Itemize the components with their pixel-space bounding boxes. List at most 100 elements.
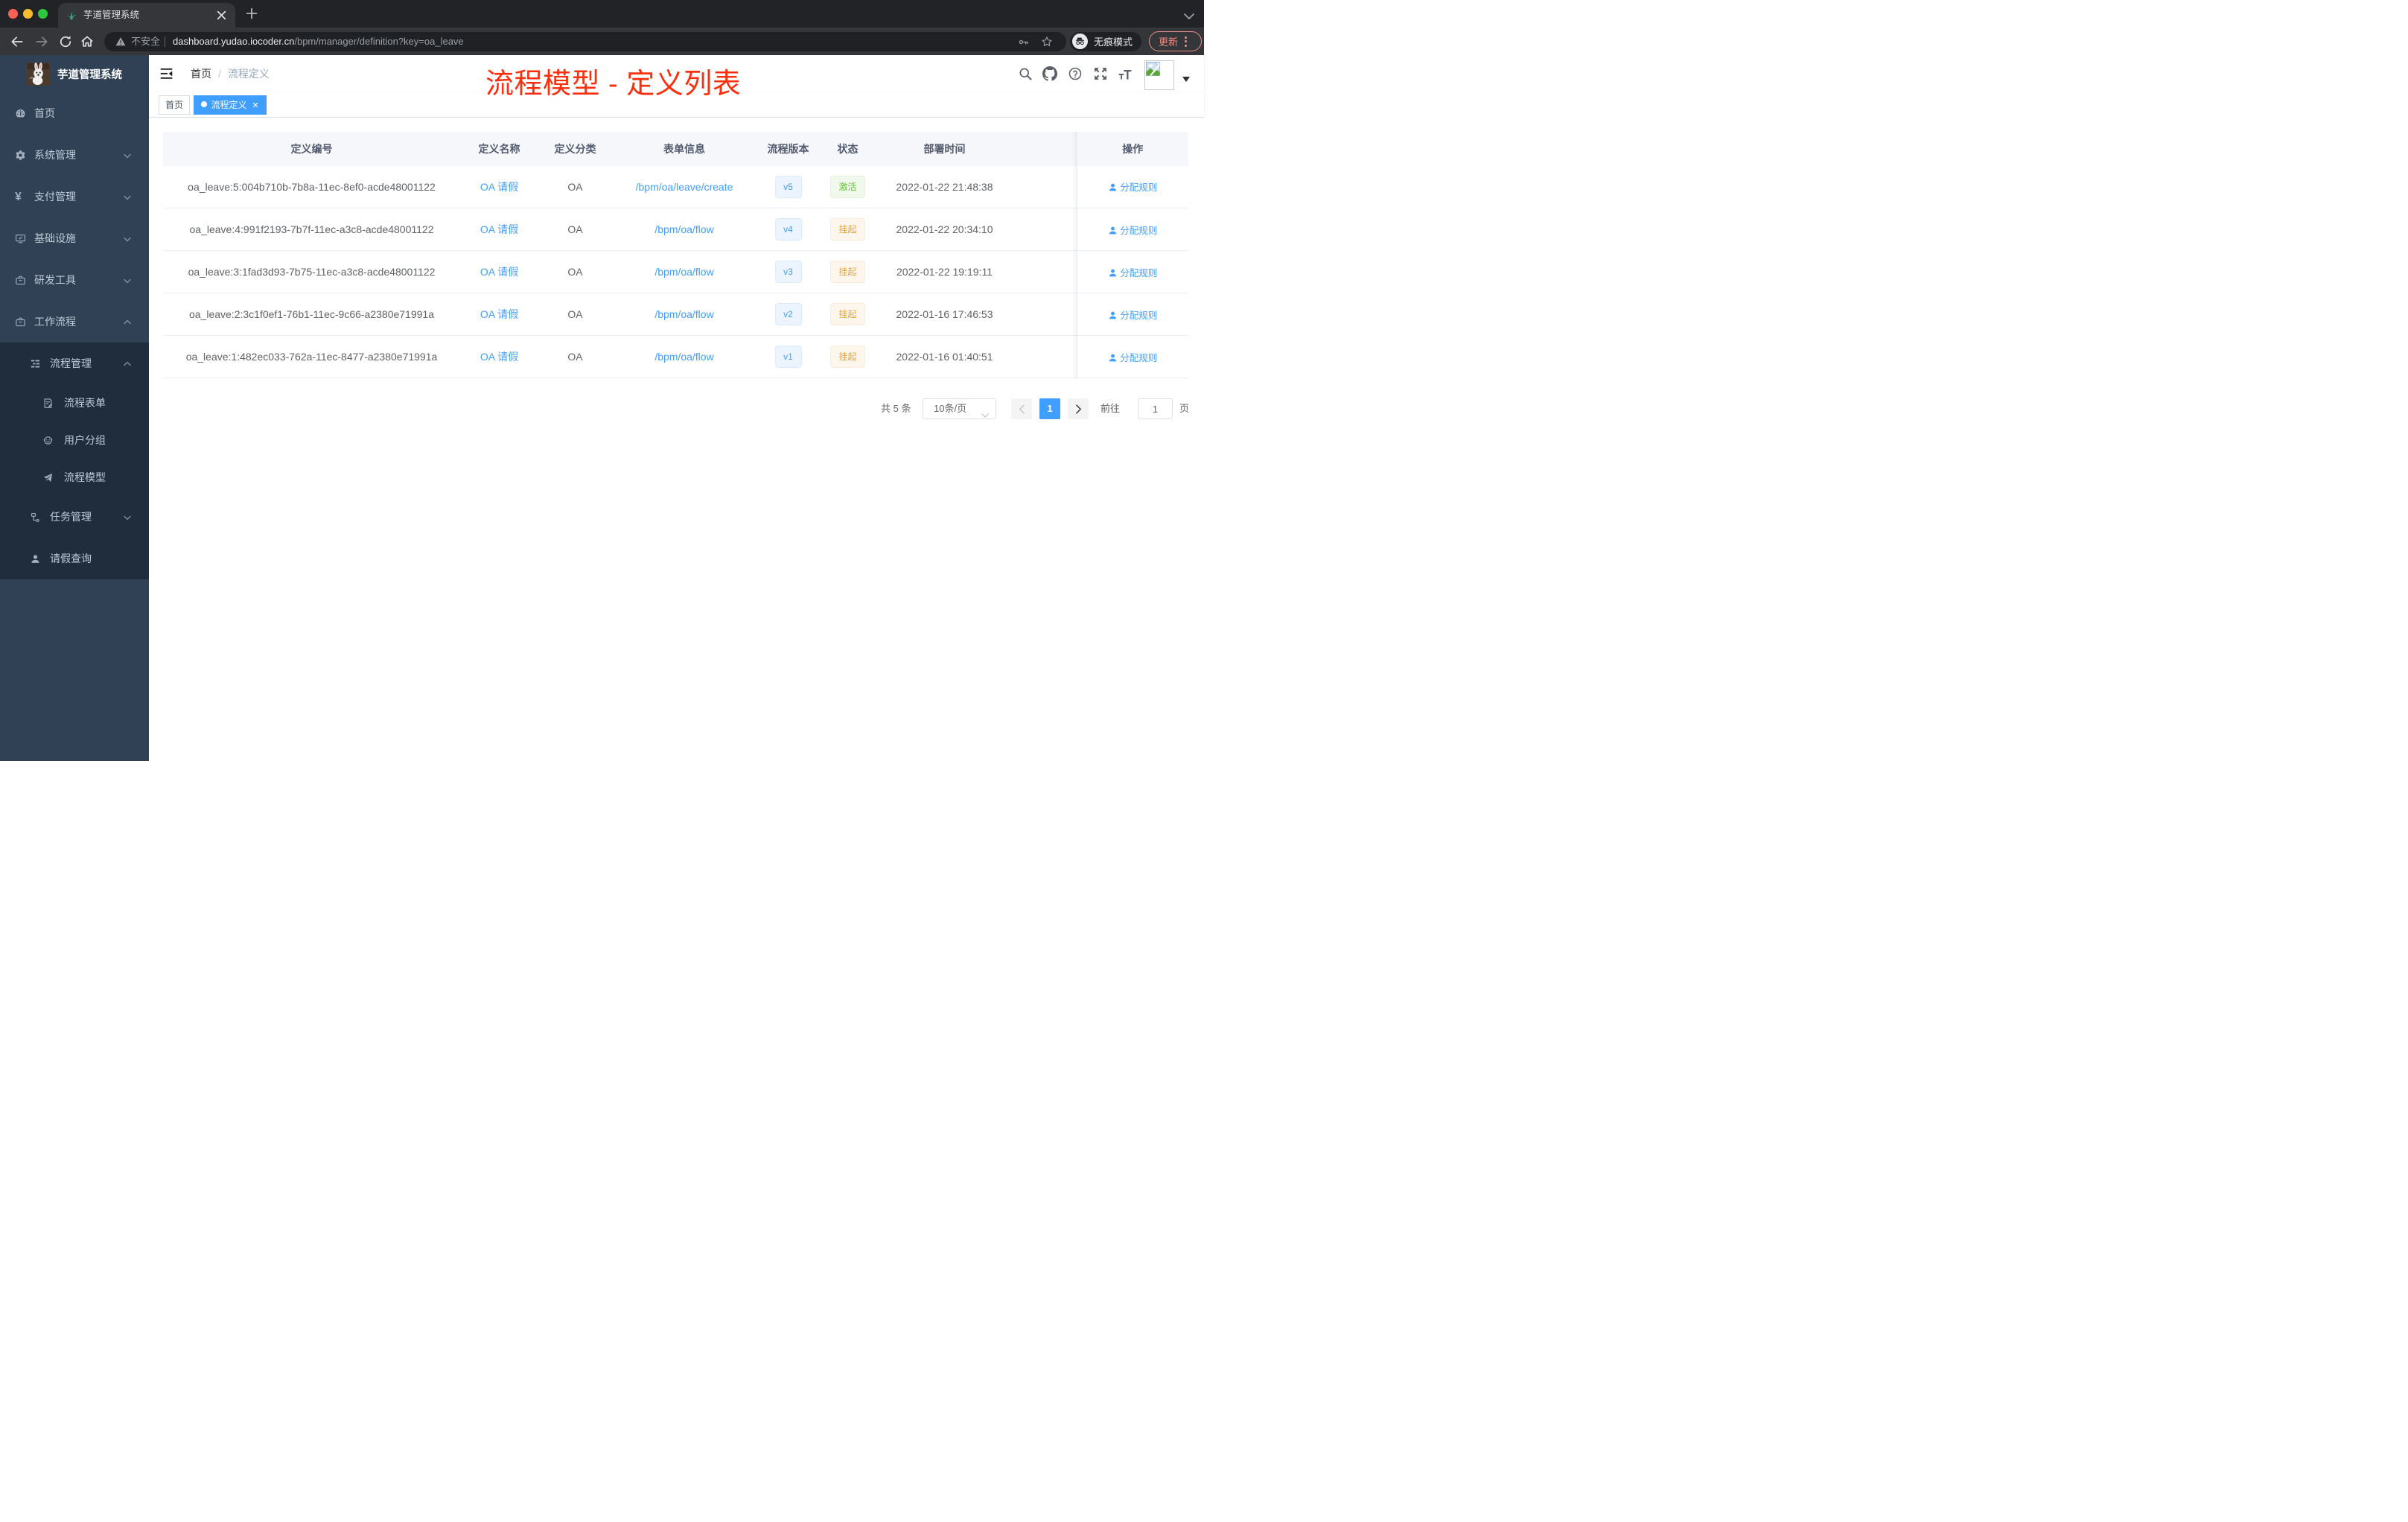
address-bar[interactable]: 不安全 dashboard.yudao.iocoder.cn/bpm/manag… — [104, 31, 1066, 51]
assign-rule-button[interactable]: 分配规则 — [1108, 268, 1157, 278]
tab-strip-chevron-icon[interactable] — [1184, 10, 1194, 20]
assign-rule-button[interactable]: 分配规则 — [1108, 182, 1157, 193]
cell-form-info: /bpm/oa/flow — [612, 293, 757, 336]
sidebar-item-devtools[interactable]: 研发工具 — [0, 259, 149, 301]
github-icon[interactable] — [1042, 66, 1057, 81]
page-size-select[interactable]: 10条/页 — [923, 398, 996, 419]
definition-name-link[interactable]: OA 请假 — [480, 223, 518, 235]
tag-close-icon[interactable]: ✕ — [252, 97, 259, 115]
sidebar-item-infra[interactable]: 基础设施 — [0, 217, 149, 259]
cell-status: 激活 — [820, 165, 876, 208]
workflow-submenu: 流程管理 流程表单 用户分组 流程模型 任务管理 请假查询 — [0, 343, 149, 579]
assign-rule-button[interactable]: 分配规则 — [1108, 226, 1157, 236]
definition-name-link[interactable]: OA 请假 — [480, 308, 518, 320]
sidebar-item-process-model[interactable]: 流程模型 — [0, 459, 149, 496]
browser-menu-kebab-icon[interactable] — [1185, 36, 1188, 47]
cell-status: 挂起 — [820, 208, 876, 251]
sidebar-item-system[interactable]: 系统管理 — [0, 134, 149, 176]
traffic-light-close[interactable] — [8, 9, 18, 19]
main-area: 首页 / 流程定义 流程模型 - 定义列表 首页 流程定义 ✕ 定义编号 定义名… — [149, 55, 1204, 761]
sidebar-item-leave-query[interactable]: 请假查询 — [0, 538, 149, 579]
bookmark-star-icon[interactable] — [1041, 36, 1053, 48]
tab-close-icon[interactable] — [217, 10, 226, 20]
browser-tab[interactable]: 芋道管理系统 — [58, 3, 235, 28]
col-deploy-time: 部署时间 — [876, 132, 1013, 166]
traffic-light-zoom[interactable] — [38, 9, 48, 19]
back-icon[interactable] — [10, 34, 25, 49]
col-form-info: 表单信息 — [612, 132, 757, 166]
breadcrumb-home[interactable]: 首页 — [191, 68, 211, 80]
sidebar-item-label: 流程模型 — [64, 471, 106, 483]
assign-rule-button[interactable]: 分配规则 — [1108, 353, 1157, 363]
annotation-title: 流程模型 - 定义列表 — [485, 69, 742, 100]
cell-version: v1 — [757, 335, 820, 378]
form-info-link[interactable]: /bpm/oa/flow — [654, 308, 713, 320]
goto-page-input[interactable] — [1138, 398, 1173, 419]
pagination: 共 5 条 10条/页 1 前往 1 页 — [163, 398, 1189, 419]
cell-category: OA — [538, 293, 612, 336]
status-badge[interactable]: 挂起 — [830, 346, 865, 368]
update-button[interactable]: 更新 — [1149, 31, 1202, 51]
security-label[interactable]: 不安全 — [131, 32, 160, 51]
sidebar-item-home[interactable]: 首页 — [0, 92, 149, 134]
next-page-button[interactable] — [1068, 398, 1089, 419]
sidebar-item-process-form[interactable]: 流程表单 — [0, 384, 149, 421]
sidebar-item-label: 用户分组 — [64, 434, 106, 446]
sidebar-item-process-mgmt[interactable]: 流程管理 — [0, 343, 149, 384]
security-warning-icon[interactable] — [115, 36, 126, 47]
version-badge: v1 — [774, 346, 802, 368]
browser-toolbar: 不安全 dashboard.yudao.iocoder.cn/bpm/manag… — [0, 28, 1204, 55]
search-icon[interactable] — [1018, 66, 1033, 81]
address-url[interactable]: dashboard.yudao.iocoder.cn/bpm/manager/d… — [173, 32, 464, 51]
tab-strip: 芋道管理系统 — [0, 0, 1204, 28]
traffic-light-minimize[interactable] — [23, 9, 33, 19]
fullscreen-icon[interactable] — [1093, 66, 1108, 81]
table-row: oa_leave:1:482ec033-762a-11ec-8477-a2380… — [163, 335, 1188, 378]
tag-home[interactable]: 首页 — [159, 95, 191, 115]
pagination-total: 共 5 条 — [881, 403, 911, 414]
sidebar-item-user-group[interactable]: 用户分组 — [0, 421, 149, 459]
sidebar-collapse-icon[interactable] — [160, 68, 173, 80]
url-domain: dashboard.yudao.iocoder.cn — [173, 35, 295, 47]
definition-name-link[interactable]: OA 请假 — [480, 266, 518, 278]
cell-version: v4 — [757, 208, 820, 251]
form-info-link[interactable]: /bpm/oa/flow — [654, 266, 713, 278]
form-info-link[interactable]: /bpm/oa/leave/create — [636, 181, 733, 193]
status-badge[interactable]: 挂起 — [830, 218, 865, 241]
sidebar-item-task-mgmt[interactable]: 任务管理 — [0, 496, 149, 538]
incognito-badge[interactable]: 无痕模式 — [1070, 31, 1142, 51]
current-page-button[interactable]: 1 — [1039, 398, 1060, 419]
help-icon[interactable] — [1068, 66, 1083, 81]
sidebar-item-payment[interactable]: ¥ 支付管理 — [0, 176, 149, 217]
tag-process-definition[interactable]: 流程定义 ✕ — [193, 95, 267, 115]
status-badge[interactable]: 挂起 — [830, 261, 865, 283]
col-process-version: 流程版本 — [757, 132, 820, 166]
cell-deploy-time: 2022-01-16 17:46:53 — [876, 293, 1013, 336]
sidebar-item-label: 请假查询 — [50, 553, 92, 564]
tree-icon — [30, 512, 41, 523]
form-info-link[interactable]: /bpm/oa/flow — [654, 223, 713, 235]
prev-page-button[interactable] — [1011, 398, 1032, 419]
font-size-icon[interactable] — [1118, 66, 1133, 81]
assign-rule-button[interactable]: 分配规则 — [1108, 311, 1157, 321]
reload-icon[interactable] — [58, 34, 73, 49]
definition-name-link[interactable]: OA 请假 — [480, 181, 518, 193]
cell-spacer — [1013, 335, 1077, 378]
page-size-value: 10条/页 — [934, 403, 967, 414]
avatar[interactable] — [1144, 60, 1174, 90]
sidebar-item-workflow[interactable]: 工作流程 — [0, 301, 149, 343]
breadcrumb-current: 流程定义 — [227, 68, 270, 80]
forward-icon[interactable] — [34, 34, 49, 49]
table-row: oa_leave:3:1fad3d93-7b75-11ec-a3c8-acde4… — [163, 250, 1188, 293]
avatar-caret-down-icon[interactable] — [1182, 77, 1190, 82]
status-badge[interactable]: 挂起 — [830, 303, 865, 325]
table-row: oa_leave:2:3c1f0ef1-76b1-11ec-9c66-a2380… — [163, 293, 1188, 336]
sidebar-logo[interactable]: 芋道管理系统 — [0, 55, 149, 92]
new-tab-button[interactable] — [246, 7, 258, 20]
home-icon[interactable] — [80, 34, 95, 49]
form-info-link[interactable]: /bpm/oa/flow — [654, 351, 713, 363]
definition-table: 定义编号 定义名称 定义分类 表单信息 流程版本 状态 部署时间 操作 oa_l… — [163, 132, 1188, 378]
definition-name-link[interactable]: OA 请假 — [480, 351, 518, 363]
status-badge[interactable]: 激活 — [830, 175, 865, 198]
password-key-icon[interactable] — [1018, 36, 1029, 48]
